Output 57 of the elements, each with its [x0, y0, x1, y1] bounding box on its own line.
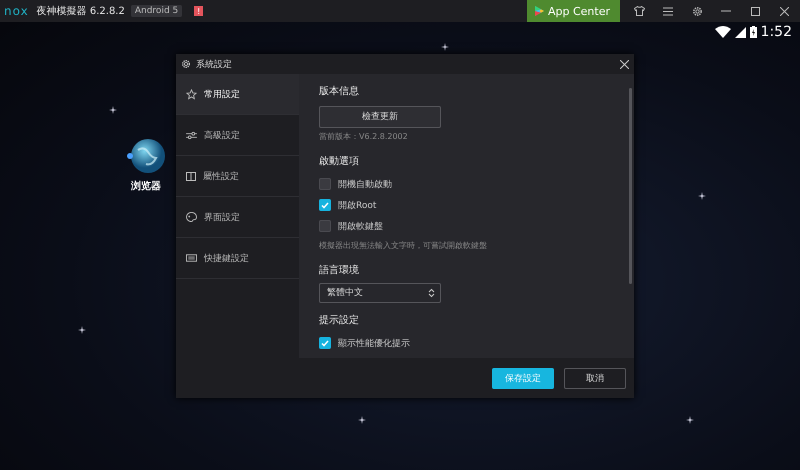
play-triangle-icon: [534, 6, 544, 16]
section-heading: 版本信息: [319, 84, 360, 98]
settings-nav-item[interactable]: 界面設定: [176, 197, 299, 238]
sparkle-star-icon: [78, 326, 86, 334]
menu-icon[interactable]: [663, 6, 673, 16]
up-down-chevron-icon: [428, 288, 435, 298]
checkbox-label: 顯示性能優化提示: [338, 338, 410, 350]
settings-icon[interactable]: [692, 6, 702, 16]
hint-text: 模擬器出現無法輸入文字時，可嘗試開啟軟鍵盤: [319, 240, 488, 250]
minimize-icon[interactable]: [721, 10, 731, 12]
checkbox-label: 開機自動啟動: [338, 178, 392, 190]
dialog-title: 系統設定: [196, 58, 232, 70]
checkbox-label: 開啟Root: [338, 200, 376, 212]
wifi-icon: [714, 26, 731, 38]
checkbox[interactable]: [319, 199, 331, 211]
checkbox-label: 開啟軟鍵盤: [338, 220, 383, 232]
palette-icon: [186, 212, 197, 222]
app-title: 夜神模擬器 6.2.8.2: [36, 4, 125, 18]
sparkle-star-icon: [686, 416, 694, 424]
battery-icon: [750, 26, 757, 38]
shirt-icon[interactable]: [634, 6, 644, 16]
hint-text: 當前版本：V6.2.8.2002: [319, 130, 409, 142]
android-version-badge: Android 5: [130, 5, 182, 17]
scrollbar[interactable]: [629, 88, 632, 284]
settings-nav-item[interactable]: 屬性設定: [176, 156, 299, 197]
sparkle-star-icon: [698, 192, 706, 200]
sparkle-star-icon: [109, 106, 117, 114]
clock-time: 1:52: [760, 24, 792, 40]
checkbox[interactable]: [319, 337, 331, 349]
checkbox[interactable]: [319, 178, 331, 190]
section-heading: 語言環境: [319, 264, 360, 276]
cancel-button[interactable]: 取消: [564, 368, 626, 388]
star-outline-icon: [186, 88, 197, 100]
check-update-button[interactable]: 檢查更新: [319, 106, 441, 128]
settings-icon: [181, 59, 191, 69]
panel-icon: [186, 172, 196, 180]
cell-signal-icon: [734, 26, 746, 38]
sparkle-star-icon: [441, 43, 449, 51]
settings-nav-item[interactable]: 常用設定: [176, 74, 299, 115]
keyboard-icon: [186, 254, 197, 262]
language-dropdown[interactable]: 繁體中文: [319, 282, 441, 302]
app-center-button[interactable]: App Center: [526, 0, 620, 22]
settings-nav-item[interactable]: 高級設定: [176, 115, 299, 156]
section-heading: 提示設定: [319, 314, 360, 326]
shortcut-label: 浏览器: [131, 180, 161, 193]
sliders-icon: [186, 130, 197, 140]
close-icon[interactable]: [780, 6, 788, 16]
app-logo: nox: [4, 4, 29, 18]
sparkle-star-icon: [358, 416, 366, 424]
maximize-icon[interactable]: [750, 6, 760, 16]
alert-badge[interactable]: !: [194, 6, 204, 16]
section-heading: 啟動選項: [319, 154, 360, 168]
globe-icon: [126, 136, 166, 176]
close-icon[interactable]: [620, 60, 629, 68]
desktop-shortcut[interactable]: 浏览器: [126, 136, 166, 193]
settings-nav-item[interactable]: 快捷鍵設定: [176, 238, 299, 279]
checkbox[interactable]: [319, 220, 331, 232]
